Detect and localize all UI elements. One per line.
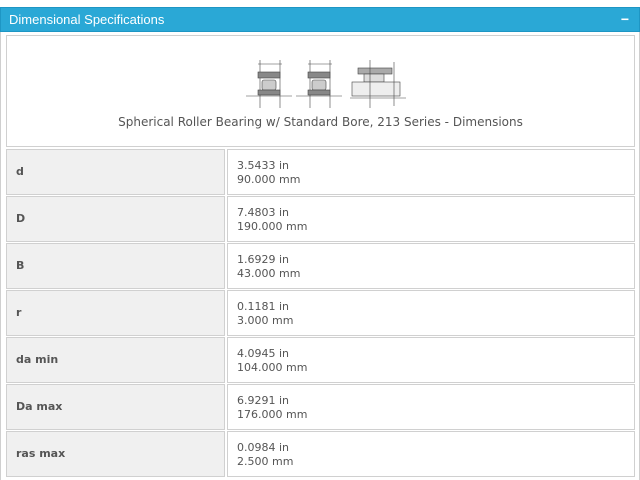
value-millimeters: 176.000 mm	[237, 408, 308, 421]
row-label: D	[6, 196, 225, 242]
value-millimeters: 104.000 mm	[237, 361, 308, 374]
table-row: d 3.5433 in 90.000 mm	[6, 149, 635, 195]
dimensional-specifications-panel: Dimensional Specifications − Spherical R…	[0, 7, 640, 480]
value-millimeters: 43.000 mm	[237, 267, 301, 280]
row-label: B	[6, 243, 225, 289]
value-millimeters: 90.000 mm	[237, 173, 301, 186]
table-row: Da max 6.9291 in 176.000 mm	[6, 384, 635, 430]
value-inches: 4.0945 in	[237, 347, 290, 360]
row-label: ras max	[6, 431, 225, 477]
panel-body: Spherical Roller Bearing w/ Standard Bor…	[0, 32, 640, 480]
row-value: 4.0945 in 104.000 mm	[227, 337, 635, 383]
table-row: ras max 0.0984 in 2.500 mm	[6, 431, 635, 477]
value-millimeters: 3.000 mm	[237, 314, 294, 327]
bearing-diagram-box: Spherical Roller Bearing w/ Standard Bor…	[6, 35, 635, 147]
table-row: D 7.4803 in 190.000 mm	[6, 196, 635, 242]
value-inches: 6.9291 in	[237, 394, 290, 407]
value-inches: 0.0984 in	[237, 441, 290, 454]
row-label: r	[6, 290, 225, 336]
value-inches: 3.5433 in	[237, 159, 290, 172]
row-label: d	[6, 149, 225, 195]
panel-header[interactable]: Dimensional Specifications −	[0, 7, 640, 32]
table-row: da min 4.0945 in 104.000 mm	[6, 337, 635, 383]
row-value: 0.1181 in 3.000 mm	[227, 290, 635, 336]
row-value: 6.9291 in 176.000 mm	[227, 384, 635, 430]
value-inches: 1.6929 in	[237, 253, 290, 266]
value-inches: 0.1181 in	[237, 300, 290, 313]
value-millimeters: 190.000 mm	[237, 220, 308, 233]
figure-caption: Spherical Roller Bearing w/ Standard Bor…	[118, 115, 523, 129]
row-label: da min	[6, 337, 225, 383]
dimensions-table: d 3.5433 in 90.000 mm D 7.4803 in 190.00…	[6, 149, 635, 478]
minus-icon[interactable]: −	[621, 8, 629, 30]
row-value: 7.4803 in 190.000 mm	[227, 196, 635, 242]
value-millimeters: 2.500 mm	[237, 455, 294, 468]
table-row: B 1.6929 in 43.000 mm	[6, 243, 635, 289]
row-value: 1.6929 in 43.000 mm	[227, 243, 635, 289]
bearing-diagram-image	[246, 60, 406, 108]
row-value: 3.5433 in 90.000 mm	[227, 149, 635, 195]
table-row: r 0.1181 in 3.000 mm	[6, 290, 635, 336]
panel-title: Dimensional Specifications	[9, 12, 165, 27]
value-inches: 7.4803 in	[237, 206, 290, 219]
row-label: Da max	[6, 384, 225, 430]
row-value: 0.0984 in 2.500 mm	[227, 431, 635, 477]
